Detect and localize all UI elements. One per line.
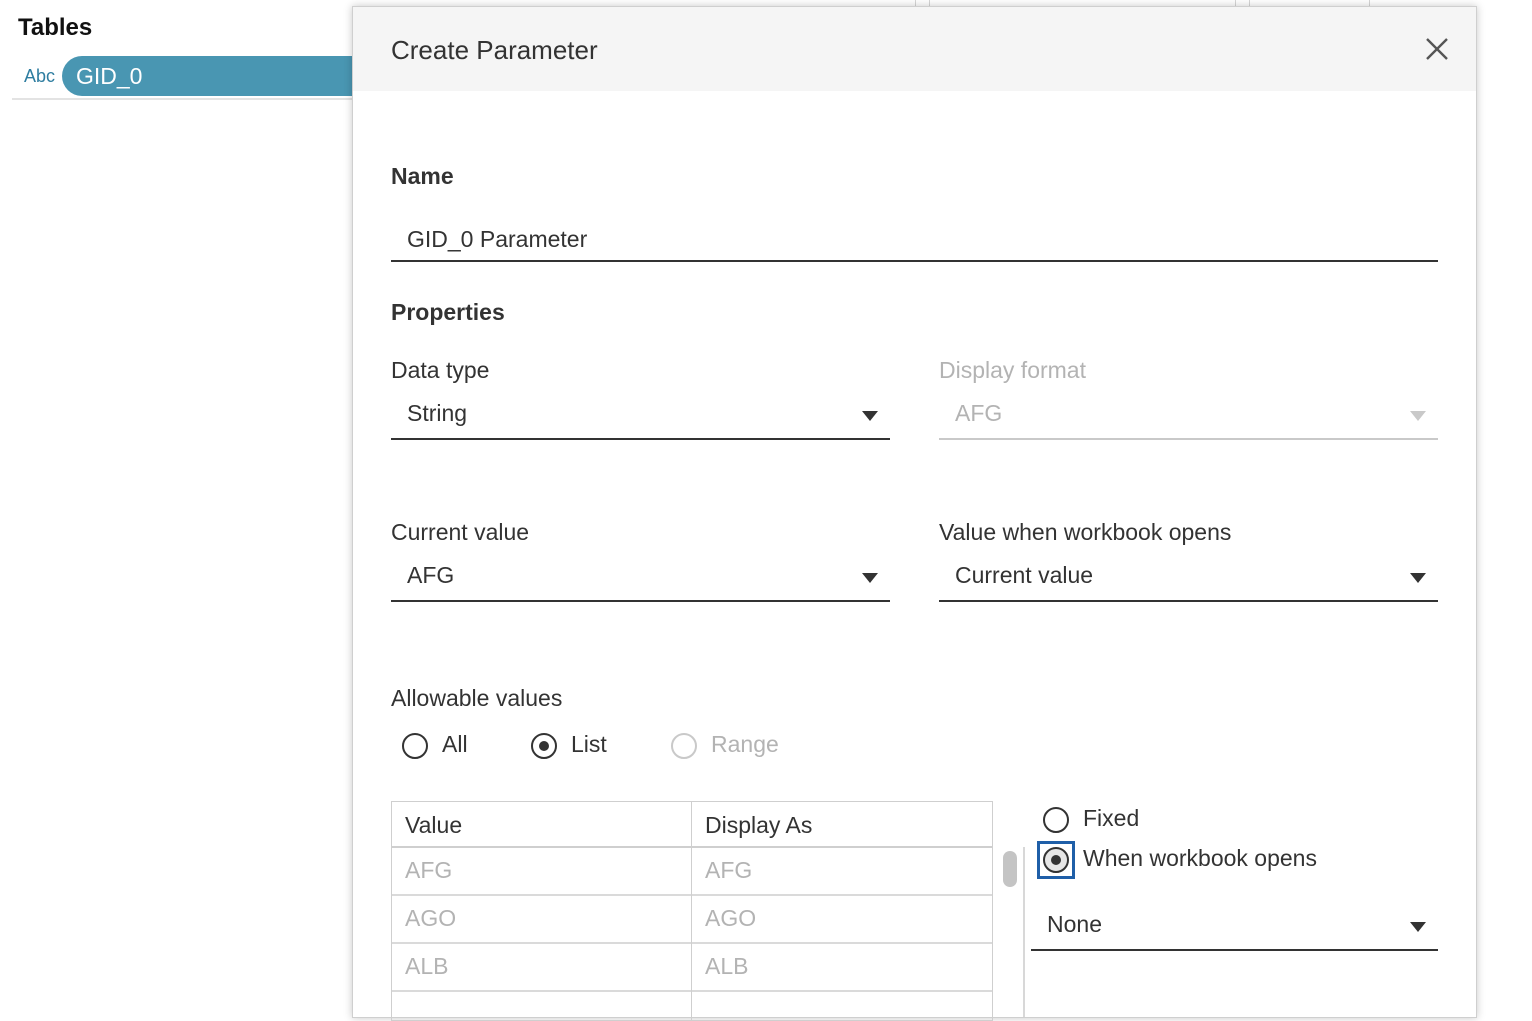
- panel-divider: [1023, 847, 1025, 1017]
- column-header-value[interactable]: Value: [392, 802, 691, 848]
- workbook-opens-select[interactable]: Current value: [939, 556, 1438, 602]
- data-type-value: String: [407, 400, 468, 426]
- workbook-opens-label: Value when workbook opens: [939, 519, 1232, 545]
- fixed-label: Fixed: [1083, 805, 1140, 831]
- display-as-cell: AGO: [705, 905, 757, 931]
- tables-heading: Tables: [18, 14, 93, 41]
- name-section-title: Name: [391, 163, 454, 189]
- column-divider: [691, 802, 692, 1020]
- scrollbar-thumb[interactable]: [1003, 851, 1017, 887]
- chevron-down-icon: [1410, 573, 1426, 583]
- allowable-range-label: Range: [711, 731, 779, 757]
- list-source-field-value: None: [1047, 911, 1102, 937]
- value-cell: AFG: [405, 857, 453, 883]
- chevron-down-icon: [862, 411, 878, 421]
- chevron-down-icon: [862, 573, 878, 583]
- chevron-down-icon: [1410, 411, 1426, 421]
- value-cell: AGO: [405, 905, 457, 931]
- column-header-display-as[interactable]: Display As: [692, 802, 992, 848]
- dialog-header: Create Parameter: [353, 7, 1476, 91]
- workbook-opens-value: Current value: [955, 562, 1094, 588]
- data-type-select[interactable]: String: [391, 394, 890, 440]
- display-format-label: Display format: [939, 357, 1086, 383]
- radio-unchecked-icon: [402, 733, 428, 759]
- allowable-list-label: List: [571, 731, 607, 757]
- properties-section-title: Properties: [391, 299, 505, 325]
- close-icon: [1426, 38, 1448, 60]
- value-cell: ALB: [405, 953, 449, 979]
- dialog-title: Create Parameter: [391, 35, 598, 65]
- table-row[interactable]: AGO AGO: [392, 896, 992, 944]
- values-table: Value Display As AFG AFG AGO AGO ALB ALB: [391, 801, 993, 1021]
- when-workbook-opens-label: When workbook opens: [1083, 845, 1317, 871]
- radio-checked-icon: [1043, 847, 1069, 873]
- display-as-cell: AFG: [705, 857, 753, 883]
- display-as-cell: ALB: [705, 953, 749, 979]
- table-row[interactable]: ALB ALB: [392, 944, 992, 992]
- data-pane: Tables Abc GID_0: [0, 0, 362, 1006]
- allowable-all-label: All: [442, 731, 468, 757]
- parameter-name-input[interactable]: [391, 218, 1438, 262]
- field-pill[interactable]: GID_0: [62, 56, 362, 96]
- current-value-value: AFG: [407, 562, 455, 588]
- display-format-value: AFG: [955, 400, 1003, 426]
- current-value-select[interactable]: AFG: [391, 556, 890, 602]
- list-source-field-select[interactable]: None: [1031, 905, 1438, 951]
- chevron-down-icon: [1410, 922, 1426, 932]
- current-value-label: Current value: [391, 519, 530, 545]
- table-row[interactable]: [392, 992, 992, 1020]
- radio-unchecked-icon: [1043, 807, 1069, 833]
- display-format-select: AFG: [939, 394, 1438, 440]
- data-type-label: Data type: [391, 357, 490, 383]
- radio-unchecked-icon: [671, 733, 697, 759]
- allowable-values-label: Allowable values: [391, 685, 563, 711]
- table-row[interactable]: AFG AFG: [392, 848, 992, 896]
- close-button[interactable]: [1423, 35, 1451, 63]
- table-scrollbar[interactable]: [993, 847, 1025, 1017]
- field-row-gid0[interactable]: Abc GID_0: [12, 56, 362, 100]
- radio-checked-icon: [531, 733, 557, 759]
- create-parameter-dialog: Create Parameter Name Properties Data ty…: [352, 6, 1477, 1021]
- string-type-icon: Abc: [24, 66, 56, 86]
